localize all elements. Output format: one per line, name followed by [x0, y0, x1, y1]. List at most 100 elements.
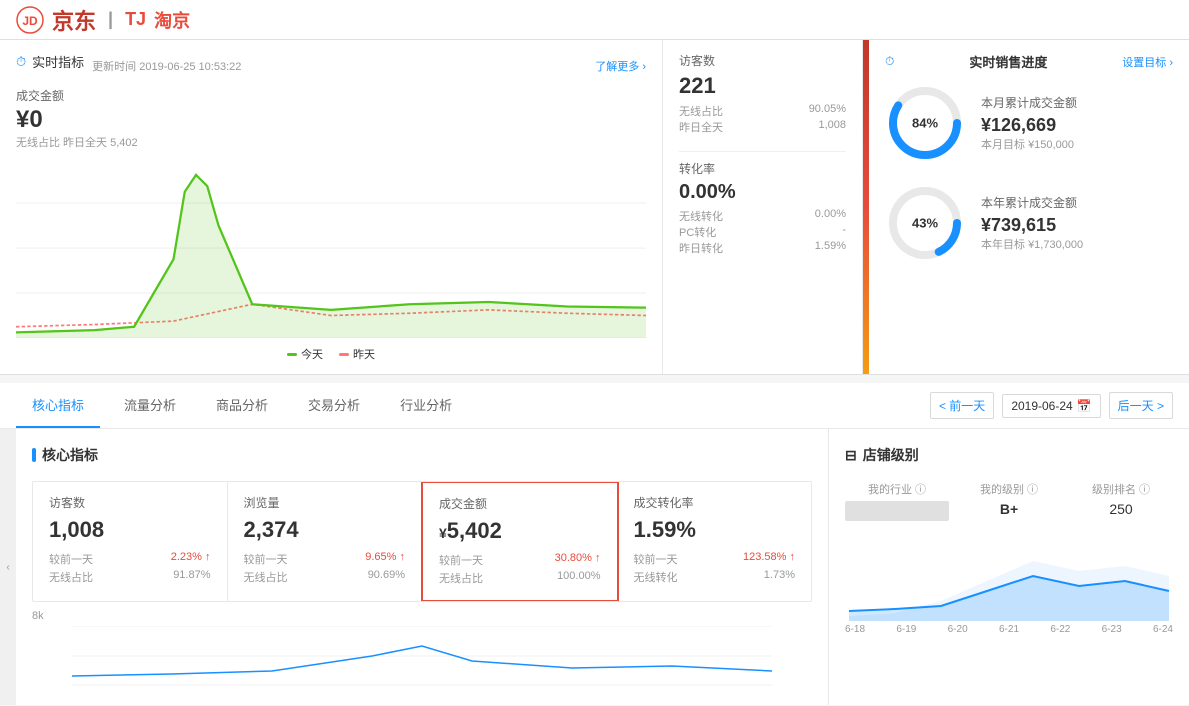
mc-pageviews-value: 2,374 — [244, 517, 406, 543]
visitors-detail: 无线占比 90.05% 昨日全天 1,008 — [679, 103, 846, 135]
logo-divider: | — [108, 9, 113, 30]
panel-title: ⏱ 实时指标 — [16, 52, 84, 71]
metric-card-conversion: 成交转化率 1.59% 较前一天 123.58% ↑ 无线转化 1.73% — [618, 482, 812, 601]
conversion-value: 0.00% — [679, 181, 846, 204]
visitors-value: 221 — [679, 73, 846, 99]
mc-conversion-label: 成交转化率 — [634, 494, 796, 511]
metrics-grid: 访客数 1,008 较前一天 2.23% ↑ 无线占比 91.87% — [32, 481, 812, 602]
logo-tj: TJ — [125, 9, 146, 30]
mc-visitors-value: 1,008 — [49, 517, 211, 543]
monthly-title: 本月累计成交金额 — [981, 94, 1077, 111]
store-industry-col: 我的行业 ⓘ — [845, 481, 949, 525]
realtime-sales-icon: ⏱ — [885, 54, 894, 69]
tab-date-controls: < 前一天 2019-06-24 📅 后一天 > — [930, 392, 1173, 419]
legend-yesterday: 昨天 — [339, 346, 375, 362]
tab-transactions[interactable]: 交易分析 — [292, 383, 376, 428]
core-metrics-title: 核心指标 — [32, 445, 812, 465]
logo-jd-icon: JD — [16, 6, 44, 34]
mc-conversion-compare: 较前一天 123.58% ↑ 无线转化 1.73% — [634, 551, 796, 585]
visitors-block: 访客数 221 无线占比 90.05% 昨日全天 1,008 — [679, 52, 846, 135]
level-value: B+ — [957, 501, 1061, 517]
jd-logo-svg: JD — [16, 6, 44, 34]
monthly-percent: 84% — [912, 116, 938, 131]
date-display: 2019-06-24 📅 — [1002, 394, 1100, 418]
realtime-metric-value: ¥0 — [16, 106, 646, 134]
store-chart-container: 6-18 6-19 6-20 6-21 6-22 6-23 6-24 — [845, 541, 1173, 635]
metric-card-gmv: 成交金额 ¥5,402 较前一天 30.80% ↑ 无线占比 100.00% — [421, 481, 619, 602]
tab-products[interactable]: 商品分析 — [200, 383, 284, 428]
realtime-metric-sub: 无线占比 昨日全天 5,402 — [16, 134, 646, 150]
tab-industry[interactable]: 行业分析 — [384, 383, 468, 428]
next-day-button[interactable]: 后一天 > — [1109, 392, 1173, 419]
content-area: ‹ 核心指标 访客数 1,008 较前一天 2.23% ↑ — [0, 429, 1189, 705]
logo: JD 京东 | TJ 淘京 — [16, 4, 190, 36]
store-level-panel: ⊟ 店铺级别 我的行业 ⓘ 我的级别 ⓘ B+ 级别排名 ⓘ 250 — [829, 429, 1189, 705]
store-rank-col: 级别排名 ⓘ 250 — [1069, 481, 1173, 525]
mc-pageviews-compare: 较前一天 9.65% ↑ 无线占比 90.69% — [244, 551, 406, 585]
svg-text:JD: JD — [22, 14, 38, 28]
mc-visitors-compare: 较前一天 2.23% ↑ 无线占比 91.87% — [49, 551, 211, 585]
realtime-metric-label: 成交金额 — [16, 87, 646, 104]
logo-taojing: 淘京 — [154, 7, 190, 33]
chart-svg: 0:00 3:00 6:00 9:00 12:00 15:00 18:00 21… — [16, 158, 646, 338]
monthly-info: 本月累计成交金额 ¥126,669 本月目标 ¥150,000 — [981, 94, 1077, 152]
tab-core-metrics[interactable]: 核心指标 — [16, 383, 100, 428]
monthly-progress: 84% 本月累计成交金额 ¥126,669 本月目标 ¥150,000 — [885, 83, 1173, 163]
store-chart-svg — [845, 541, 1173, 621]
yearly-percent: 43% — [912, 216, 938, 231]
realtime-chart: 0:00 3:00 6:00 9:00 12:00 15:00 18:00 21… — [16, 158, 646, 338]
calendar-icon[interactable]: 📅 — [1077, 399, 1092, 413]
monthly-donut: 84% — [885, 83, 965, 163]
stats-panel: 访客数 221 无线占比 90.05% 昨日全天 1,008 转化率 0.00%… — [663, 40, 863, 374]
set-target-link[interactable]: 设置目标 › — [1122, 54, 1173, 70]
store-level-col: 我的级别 ⓘ B+ — [957, 481, 1061, 525]
y-axis-label: 8k — [32, 610, 812, 622]
level-label: 我的级别 ⓘ — [957, 481, 1061, 497]
conversion-label: 转化率 — [679, 160, 846, 177]
mc-gmv-value: ¥5,402 — [439, 518, 601, 544]
realtime-panel: ⏱ 实时指标 更新时间 2019-06-25 10:53:22 了解更多 › 成… — [0, 40, 663, 374]
rank-value: 250 — [1069, 501, 1173, 517]
top-section: ⏱ 实时指标 更新时间 2019-06-25 10:53:22 了解更多 › 成… — [0, 40, 1189, 375]
yearly-info: 本年累计成交金额 ¥739,615 本年目标 ¥1,730,000 — [981, 194, 1083, 252]
conversion-block: 转化率 0.00% 无线转化 0.00% PC转化 - 昨日转化 1.59% — [679, 160, 846, 256]
yearly-donut: 43% — [885, 183, 965, 263]
monthly-amount: ¥126,669 — [981, 115, 1077, 136]
left-scroll-arrow[interactable]: ‹ — [0, 429, 16, 705]
store-grid: 我的行业 ⓘ 我的级别 ⓘ B+ 级别排名 ⓘ 250 — [845, 481, 1173, 525]
bottom-section: 核心指标 流量分析 商品分析 交易分析 行业分析 < 前一天 2019-06-2… — [0, 383, 1189, 705]
metrics-chart-area: 8k — [32, 610, 812, 689]
conversion-detail: 无线转化 0.00% PC转化 - 昨日转化 1.59% — [679, 208, 846, 256]
yearly-target: 本年目标 ¥1,730,000 — [981, 236, 1083, 252]
logo-jd-text: 京东 — [52, 4, 96, 36]
legend-today: 今天 — [287, 346, 323, 362]
legend-yesterday-dot — [339, 353, 349, 356]
core-metrics-panel: 核心指标 访客数 1,008 较前一天 2.23% ↑ 无线 — [16, 429, 829, 705]
industry-label: 我的行业 ⓘ — [845, 481, 949, 497]
visitors-label: 访客数 — [679, 52, 846, 69]
store-icon: ⊟ — [845, 447, 857, 464]
sales-header: ⏱ 实时销售进度 设置目标 › — [885, 52, 1173, 71]
title-bar-icon — [32, 448, 36, 462]
yearly-progress: 43% 本年累计成交金额 ¥739,615 本年目标 ¥1,730,000 — [885, 183, 1173, 263]
mc-gmv-label: 成交金额 — [439, 495, 601, 512]
mc-gmv-compare: 较前一天 30.80% ↑ 无线占比 100.00% — [439, 552, 601, 586]
header: JD 京东 | TJ 淘京 — [0, 0, 1189, 40]
yearly-amount: ¥739,615 — [981, 215, 1083, 236]
store-title: ⊟ 店铺级别 — [845, 445, 1173, 465]
metric-card-visitors: 访客数 1,008 较前一天 2.23% ↑ 无线占比 91.87% — [33, 482, 228, 601]
tab-traffic[interactable]: 流量分析 — [108, 383, 192, 428]
monthly-target: 本月目标 ¥150,000 — [981, 136, 1077, 152]
sales-progress-title: 实时销售进度 — [969, 52, 1047, 71]
prev-day-button[interactable]: < 前一天 — [930, 392, 994, 419]
metric-card-pageviews: 浏览量 2,374 较前一天 9.65% ↑ 无线占比 90.69% — [228, 482, 423, 601]
metrics-mini-chart — [32, 626, 812, 686]
mc-visitors-label: 访客数 — [49, 494, 211, 511]
sales-panel: ⏱ 实时销售进度 设置目标 › 84% 本月累计成交金额 ¥126,669 本月… — [869, 40, 1189, 374]
mc-conversion-value: 1.59% — [634, 517, 796, 543]
legend-today-dot — [287, 353, 297, 356]
clock-icon: ⏱ — [16, 54, 26, 70]
yearly-title: 本年累计成交金额 — [981, 194, 1083, 211]
store-chart-labels: 6-18 6-19 6-20 6-21 6-22 6-23 6-24 — [845, 624, 1173, 635]
learn-more-link[interactable]: 了解更多 › — [595, 58, 646, 74]
